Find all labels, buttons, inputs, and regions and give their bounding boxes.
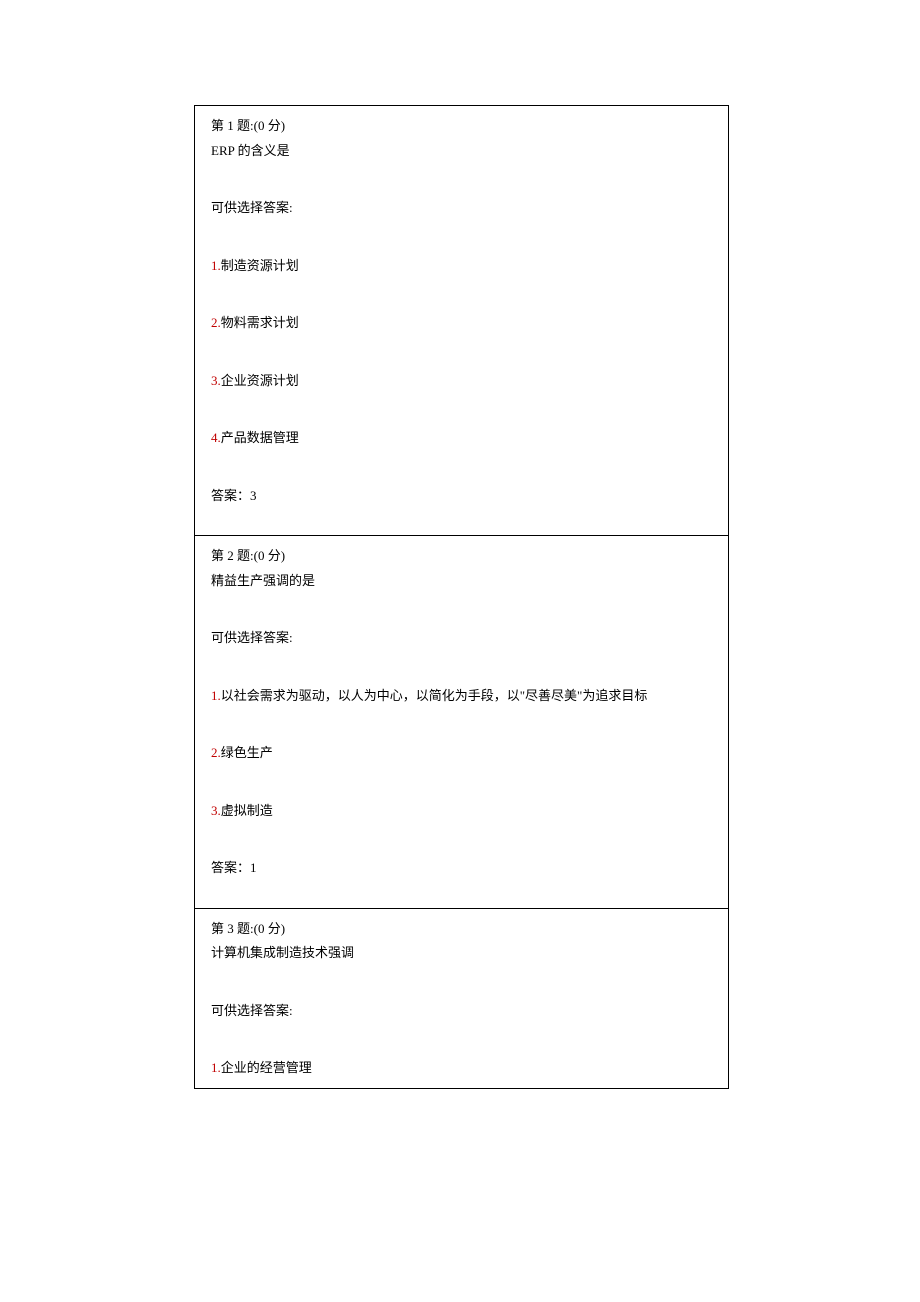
header-suffix: 题:(0 分) [234,118,285,133]
option-text: 产品数据管理 [221,430,299,445]
option-number: 3. [211,373,221,388]
option-text: 企业的经营管理 [221,1060,312,1075]
answer-line: 答案：1 [211,858,712,878]
option-text: 制造资源计划 [221,258,299,273]
option-2: 2.物料需求计划 [211,313,712,333]
option-text: 以社会需求为驱动，以人为中心，以简化为手段，以"尽善尽美"为追求目标 [221,688,648,703]
header-suffix: 题:(0 分) [234,548,285,563]
header-prefix: 第 [211,921,227,936]
question-text: ERP 的含义是 [211,141,712,161]
question-header: 第 2 题:(0 分) [211,546,712,566]
answer-value: 3 [250,488,257,503]
option-number: 2. [211,745,221,760]
available-answers-label: 可供选择答案: [211,1001,712,1021]
header-prefix: 第 [211,118,227,133]
question-text: 计算机集成制造技术强调 [211,943,712,963]
question-text: 精益生产强调的是 [211,571,712,591]
option-number: 1. [211,688,221,703]
answer-value: 1 [250,860,257,875]
option-4: 4.产品数据管理 [211,428,712,448]
option-text: 企业资源计划 [221,373,299,388]
option-text: 物料需求计划 [221,315,299,330]
question-cell-2: 第 2 题:(0 分) 精益生产强调的是 可供选择答案: 1.以社会需求为驱动，… [195,536,728,909]
option-text: 绿色生产 [221,745,273,760]
question-header: 第 3 题:(0 分) [211,919,712,939]
questions-table: 第 1 题:(0 分) ERP 的含义是 可供选择答案: 1.制造资源计划 2.… [194,105,729,1089]
header-prefix: 第 [211,548,227,563]
option-3: 3.企业资源计划 [211,371,712,391]
answer-line: 答案：3 [211,486,712,506]
option-number: 2. [211,315,221,330]
question-header: 第 1 题:(0 分) [211,116,712,136]
option-number: 1. [211,258,221,273]
header-suffix: 题:(0 分) [234,921,285,936]
option-1: 1.以社会需求为驱动，以人为中心，以简化为手段，以"尽善尽美"为追求目标 [211,686,712,706]
available-answers-label: 可供选择答案: [211,628,712,648]
answer-label: 答案： [211,488,250,503]
option-1: 1.制造资源计划 [211,256,712,276]
option-3: 3.虚拟制造 [211,801,712,821]
option-number: 4. [211,430,221,445]
option-number: 3. [211,803,221,818]
question-cell-3: 第 3 题:(0 分) 计算机集成制造技术强调 可供选择答案: 1.企业的经营管… [195,909,728,1088]
answer-label: 答案： [211,860,250,875]
option-1: 1.企业的经营管理 [211,1058,712,1078]
option-2: 2.绿色生产 [211,743,712,763]
available-answers-label: 可供选择答案: [211,198,712,218]
question-cell-1: 第 1 题:(0 分) ERP 的含义是 可供选择答案: 1.制造资源计划 2.… [195,106,728,536]
option-text: 虚拟制造 [221,803,273,818]
option-number: 1. [211,1060,221,1075]
